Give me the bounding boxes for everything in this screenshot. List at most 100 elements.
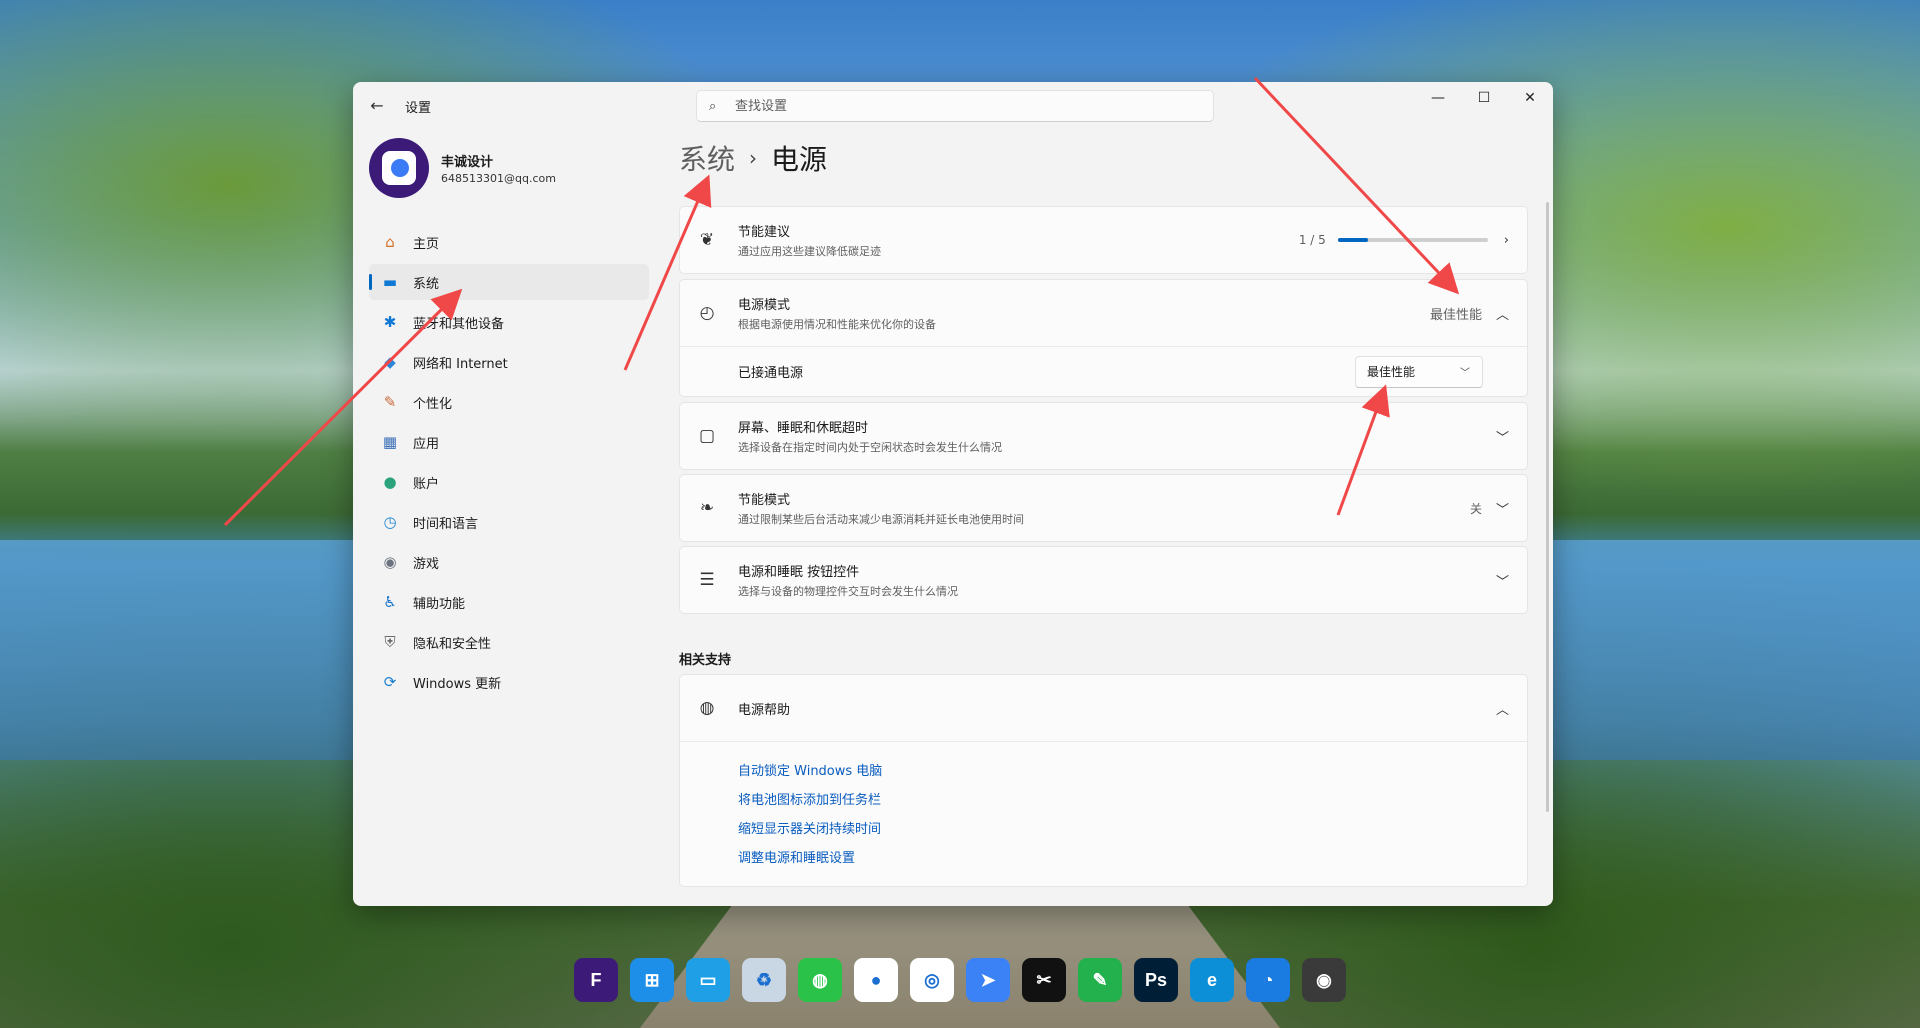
- screen-sleep-title: 屏幕、睡眠和休眠超时: [738, 421, 869, 436]
- maximize-button[interactable]: ☐: [1461, 82, 1507, 114]
- chevron-down-icon: ﹀: [1460, 368, 1470, 379]
- sidebar-item-privacy[interactable]: ⛨ 隐私和安全性: [369, 624, 649, 660]
- sidebar-item-label: 隐私和安全性: [413, 636, 492, 652]
- minimize-button[interactable]: —: [1415, 82, 1461, 114]
- energy-saver-desc: 通过限制某些后台活动来减少电源消耗并延长电池使用时间: [738, 513, 1024, 526]
- sidebar-item-label: 游戏: [413, 556, 440, 572]
- fengcheng-app-icon[interactable]: F: [574, 958, 618, 1002]
- power-mode-dropdown[interactable]: 最佳性能 ﹀: [1355, 355, 1483, 388]
- help-link[interactable]: 自动锁定 Windows 电脑: [738, 762, 1527, 791]
- editor-icon[interactable]: ✎: [1078, 958, 1122, 1002]
- sidebar-item-system[interactable]: ▬ 系统: [369, 264, 649, 300]
- breadcrumb-separator: ›: [749, 146, 758, 170]
- chevron-down-icon[interactable]: ﹀: [1496, 427, 1509, 446]
- sidebar-item-label: 账户: [413, 476, 440, 492]
- energy-progress-count: 1 / 5: [1298, 233, 1326, 247]
- recycle-bin-icon[interactable]: ♻: [742, 958, 786, 1002]
- sidebar-item-label: 系统: [413, 276, 440, 292]
- feishu-icon[interactable]: ➤: [966, 958, 1010, 1002]
- apps-icon: ▦: [382, 433, 398, 451]
- power-buttons-desc: 选择与设备的物理控件交互时会发生什么情况: [738, 585, 958, 598]
- gaming-icon: ◉: [383, 553, 397, 571]
- power-mode-desc: 根据电源使用情况和性能来优化你的设备: [738, 318, 936, 331]
- plugged-in-label: 已接通电源: [738, 366, 804, 381]
- sidebar-item-personalization[interactable]: ✎ 个性化: [369, 384, 649, 420]
- list-icon: ☰: [699, 570, 715, 590]
- sidebar-item-accounts[interactable]: ● 账户: [369, 464, 649, 500]
- profile-email: 648513301@qq.com: [441, 172, 556, 185]
- power-mode-title: 电源模式: [738, 298, 791, 313]
- close-button[interactable]: ✕: [1507, 82, 1553, 114]
- sidebar-item-label: 辅助功能: [413, 596, 466, 612]
- sidebar-item-home[interactable]: ⌂ 主页: [369, 224, 649, 260]
- chevron-right-icon: ›: [1503, 232, 1509, 248]
- accounts-icon: ●: [383, 473, 397, 491]
- browser-icon[interactable]: ◔: [1246, 958, 1290, 1002]
- sidebar-item-label: 网络和 Internet: [413, 356, 508, 372]
- profile-name: 丰诚设计: [441, 155, 494, 170]
- sidebar-item-network[interactable]: ◆ 网络和 Internet: [369, 344, 649, 380]
- sidebar-nav: ⌂ 主页 ▬ 系统 ✱ 蓝牙和其他设备 ◆ 网络和 Internet ✎ 个性化 ▦ 应用 ● 账户 ◷ 时间…: [369, 224, 649, 704]
- power-mode-dropdown-value: 最佳性能: [1367, 365, 1416, 379]
- sidebar-item-bluetooth[interactable]: ✱ 蓝牙和其他设备: [369, 304, 649, 340]
- energy-progress-bar: [1337, 238, 1488, 242]
- sidebar-item-accessibility[interactable]: ♿ 辅助功能: [369, 584, 649, 620]
- chevron-down-icon[interactable]: ﹀: [1496, 499, 1509, 518]
- breadcrumb-parent[interactable]: 系统: [679, 138, 735, 178]
- power-mode-gauge-icon: ◴: [699, 303, 715, 323]
- power-buttons-card[interactable]: ☰ 电源和睡眠 按钮控件 选择与设备的物理控件交互时会发生什么情况 ﹀: [679, 546, 1528, 614]
- personalization-icon: ✎: [383, 393, 397, 411]
- energy-title: 节能建议: [738, 225, 791, 240]
- globe-icon: ◍: [699, 698, 715, 718]
- energy-saver-card[interactable]: ❧ 节能模式 通过限制某些后台活动来减少电源消耗并延长电池使用时间 关 ﹀: [679, 474, 1528, 542]
- screen-sleep-card[interactable]: ▢ 屏幕、睡眠和休眠超时 选择设备在指定时间内处于空闲状态时会发生什么情况 ﹀: [679, 402, 1528, 470]
- search-input[interactable]: [735, 98, 1175, 114]
- scrollbar[interactable]: [1546, 202, 1549, 812]
- window-controls: — ☐ ✕: [1415, 82, 1553, 114]
- time-language-icon: ◷: [383, 513, 397, 531]
- page-title: 电源: [771, 143, 828, 176]
- app-title: 设置: [405, 101, 432, 116]
- related-support-heading: 相关支持: [679, 653, 732, 668]
- camera-icon[interactable]: ◉: [1302, 958, 1346, 1002]
- windows-start-icon[interactable]: ⊞: [630, 958, 674, 1002]
- baidu-netdisk-icon[interactable]: ◎: [910, 958, 954, 1002]
- accessibility-icon: ♿: [383, 593, 397, 611]
- power-help-title: 电源帮助: [738, 702, 791, 718]
- sidebar-item-label: 蓝牙和其他设备: [413, 316, 505, 332]
- avatar: [369, 138, 429, 198]
- chevron-up-icon[interactable]: ︿: [1496, 699, 1509, 718]
- sidebar-item-label: Windows 更新: [413, 676, 502, 692]
- chevron-up-icon[interactable]: ︿: [1496, 304, 1509, 323]
- energy-desc: 通过应用这些建议降低碳足迹: [738, 245, 881, 258]
- sidebar-item-label: 主页: [413, 236, 440, 252]
- breadcrumb: 系统 › 电源: [679, 138, 827, 178]
- back-arrow-icon[interactable]: ←: [367, 96, 387, 116]
- user-profile[interactable]: 丰诚设计 648513301@qq.com: [369, 138, 556, 198]
- edge-icon[interactable]: e: [1190, 958, 1234, 1002]
- search-box[interactable]: ⌕: [696, 90, 1214, 122]
- wechat-icon[interactable]: ◍: [798, 958, 842, 1002]
- help-link[interactable]: 缩短显示器关闭持续时间: [738, 820, 1527, 849]
- sidebar-item-apps[interactable]: ▦ 应用: [369, 424, 649, 460]
- qq-icon[interactable]: ●: [854, 958, 898, 1002]
- energy-recommendations-card[interactable]: ❦ 节能建议 通过应用这些建议降低碳足迹 1 / 5 ›: [679, 206, 1528, 274]
- bluetooth-icon: ✱: [383, 313, 397, 331]
- sidebar-item-time-language[interactable]: ◷ 时间和语言: [369, 504, 649, 540]
- energy-saver-status: 关: [1469, 501, 1482, 516]
- power-help-card: ◍ 电源帮助 ︿ 自动锁定 Windows 电脑 将电池图标添加到任务栏 缩短显…: [679, 674, 1528, 887]
- sidebar-item-windows-update[interactable]: ⟳ Windows 更新: [369, 664, 649, 700]
- capcut-icon[interactable]: ✂: [1022, 958, 1066, 1002]
- power-mode-card[interactable]: ◴ 电源模式 根据电源使用情况和性能来优化你的设备 最佳性能 ︿ 已接通电源 最…: [679, 279, 1528, 397]
- sidebar-item-gaming[interactable]: ◉ 游戏: [369, 544, 649, 580]
- desktop-icon[interactable]: ▭: [686, 958, 730, 1002]
- search-icon: ⌕: [709, 98, 717, 114]
- energy-progress-fill: [1337, 238, 1368, 242]
- photoshop-icon[interactable]: Ps: [1134, 958, 1178, 1002]
- help-link[interactable]: 调整电源和睡眠设置: [738, 849, 1527, 878]
- windows-update-icon: ⟳: [383, 673, 397, 691]
- chevron-down-icon[interactable]: ﹀: [1496, 571, 1509, 590]
- network-icon: ◆: [384, 353, 396, 371]
- help-link[interactable]: 将电池图标添加到任务栏: [738, 791, 1527, 820]
- screen-sleep-desc: 选择设备在指定时间内处于空闲状态时会发生什么情况: [738, 441, 1002, 454]
